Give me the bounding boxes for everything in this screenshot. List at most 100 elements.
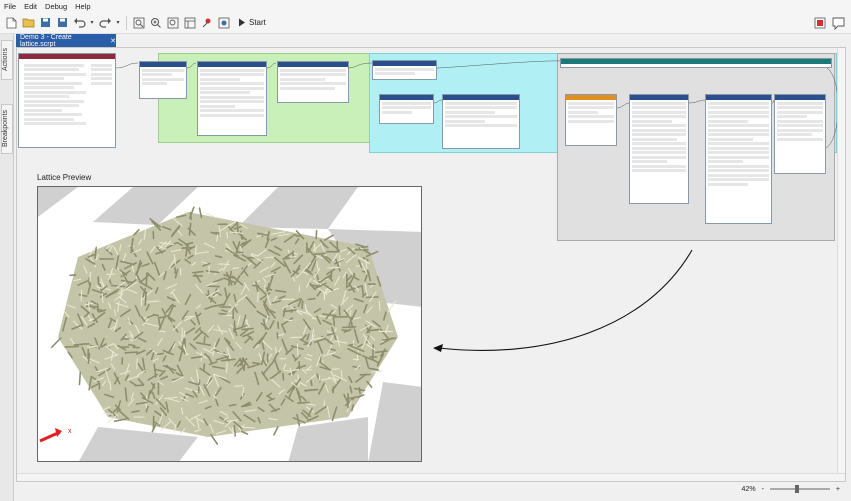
exit-icon[interactable] bbox=[813, 16, 827, 30]
lattice-strut bbox=[378, 300, 381, 311]
menu-bar: File Edit Debug Help bbox=[0, 0, 851, 12]
undo-dropdown-icon[interactable]: ▾ bbox=[89, 16, 95, 30]
lattice-strut bbox=[226, 362, 228, 373]
lattice-strut bbox=[282, 372, 285, 381]
side-panel-tabs: Actions Breakpoints bbox=[0, 34, 14, 501]
lattice-strut bbox=[182, 315, 195, 318]
lattice-strut bbox=[96, 303, 99, 313]
right-toolbar bbox=[813, 16, 845, 30]
lattice-strut bbox=[85, 305, 98, 308]
lattice-strut bbox=[252, 362, 261, 365]
redo-icon[interactable] bbox=[98, 16, 112, 30]
lattice-strut bbox=[241, 426, 256, 429]
lattice-strut bbox=[73, 343, 84, 346]
lattice-strut bbox=[206, 285, 220, 288]
open-folder-icon[interactable] bbox=[21, 16, 35, 30]
lattice-strut bbox=[156, 352, 164, 356]
menu-debug[interactable]: Debug bbox=[45, 2, 67, 11]
start-label: Start bbox=[249, 18, 266, 27]
lattice-strut bbox=[158, 330, 166, 333]
lattice-strut bbox=[257, 291, 259, 303]
tab-breakpoints[interactable]: Breakpoints bbox=[1, 104, 13, 154]
lattice-strut bbox=[361, 285, 365, 297]
lattice-strut bbox=[340, 370, 343, 380]
lattice-strut bbox=[181, 327, 183, 342]
callout-arrow bbox=[433, 249, 693, 352]
lattice-strut bbox=[136, 358, 138, 370]
zoom-bar: 42% - + bbox=[16, 482, 846, 496]
lattice-strut bbox=[80, 289, 83, 302]
lattice-strut bbox=[124, 351, 139, 354]
lattice-strut bbox=[203, 363, 206, 371]
lattice-strut bbox=[298, 285, 301, 293]
zoom-out-icon[interactable] bbox=[166, 16, 180, 30]
lattice-strut bbox=[234, 385, 244, 387]
save-all-icon[interactable] bbox=[55, 16, 69, 30]
lattice-render: x bbox=[38, 187, 421, 461]
breakpoint-toggle-icon[interactable] bbox=[200, 16, 214, 30]
menu-edit[interactable]: Edit bbox=[24, 2, 37, 11]
lattice-strut bbox=[226, 231, 229, 239]
lattice-strut bbox=[318, 375, 321, 382]
lattice-strut bbox=[87, 352, 91, 364]
lattice-strut bbox=[51, 337, 62, 348]
zoom-in-button[interactable]: + bbox=[836, 486, 840, 493]
toolbar: ▾ ▾ Start bbox=[0, 12, 851, 34]
lattice-strut bbox=[273, 426, 279, 436]
zoom-slider[interactable] bbox=[769, 485, 830, 493]
zoom-in-icon[interactable] bbox=[149, 16, 163, 30]
lattice-strut bbox=[152, 313, 160, 317]
document-title: Demo 3 - Create lattice.scrpt bbox=[20, 33, 72, 48]
lattice-strut bbox=[203, 336, 206, 344]
lattice-strut bbox=[297, 401, 311, 404]
zoom-level: 42% bbox=[741, 485, 756, 493]
lattice-strut bbox=[78, 371, 82, 386]
lattice-strut bbox=[103, 412, 114, 415]
lattice-strut bbox=[264, 256, 276, 259]
lattice-strut bbox=[101, 292, 104, 303]
tab-document[interactable]: Demo 3 - Create lattice.scrpt ✕ bbox=[16, 33, 116, 48]
lattice-strut bbox=[97, 276, 100, 285]
lattice-strut bbox=[218, 263, 230, 265]
lattice-strut bbox=[342, 326, 357, 329]
new-file-icon[interactable] bbox=[4, 16, 18, 30]
menu-help[interactable]: Help bbox=[75, 2, 90, 11]
menu-file[interactable]: File bbox=[4, 2, 16, 11]
lattice-preview[interactable]: x bbox=[37, 186, 422, 462]
lattice-strut bbox=[195, 245, 197, 256]
lattice-strut bbox=[304, 389, 313, 392]
lattice-strut bbox=[277, 321, 280, 330]
lattice-strut bbox=[228, 279, 231, 286]
horizontal-scrollbar[interactable] bbox=[17, 473, 845, 481]
lattice-strut bbox=[192, 270, 204, 274]
screenshot-icon[interactable] bbox=[217, 16, 231, 30]
lattice-strut bbox=[228, 403, 237, 407]
lattice-strut bbox=[240, 327, 254, 331]
lattice-strut bbox=[218, 312, 227, 316]
lattice-strut bbox=[307, 297, 316, 301]
zoom-out-button[interactable]: - bbox=[762, 486, 764, 493]
chat-icon[interactable] bbox=[831, 16, 845, 30]
close-tab-icon[interactable]: ✕ bbox=[110, 37, 116, 45]
toolbar-divider bbox=[126, 15, 127, 30]
lattice-strut bbox=[276, 332, 279, 339]
lattice-strut bbox=[236, 221, 239, 234]
tab-actions[interactable]: Actions bbox=[1, 40, 13, 80]
save-icon[interactable] bbox=[38, 16, 52, 30]
start-button[interactable]: Start bbox=[238, 18, 266, 27]
lattice-strut bbox=[113, 418, 127, 422]
lattice-strut bbox=[358, 386, 361, 395]
lattice-strut bbox=[368, 328, 380, 332]
undo-icon[interactable] bbox=[72, 16, 86, 30]
play-icon bbox=[239, 18, 245, 27]
vertical-scrollbar[interactable] bbox=[837, 48, 845, 481]
lattice-strut bbox=[283, 369, 292, 372]
layout-icon[interactable] bbox=[183, 16, 197, 30]
zoom-fit-icon[interactable] bbox=[132, 16, 146, 30]
redo-dropdown-icon[interactable]: ▾ bbox=[115, 16, 121, 30]
zoom-slider-thumb[interactable] bbox=[795, 485, 800, 493]
lattice-strut bbox=[290, 336, 303, 339]
lattice-strut bbox=[296, 343, 299, 358]
lattice-strut bbox=[64, 345, 79, 348]
lattice-strut bbox=[301, 300, 304, 310]
